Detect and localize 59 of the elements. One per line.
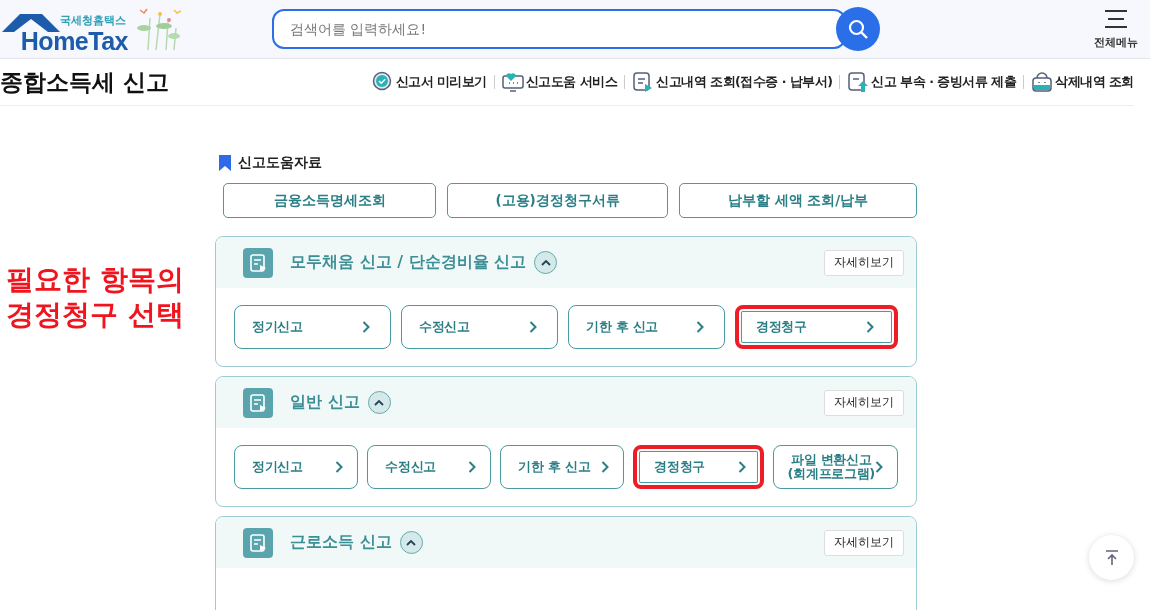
filing-button[interactable]: 정기신고 — [234, 305, 391, 349]
filing-button[interactable]: 기한 후 신고 — [500, 445, 625, 489]
filing-button[interactable]: 정기신고 — [234, 445, 359, 489]
annotation-text: 필요한 항목의 경정청구 선택 — [6, 262, 184, 332]
plant-drawing — [134, 6, 184, 52]
logo-title: HomeTax — [20, 28, 128, 54]
arrow-up-icon — [1104, 549, 1119, 566]
form-icon — [243, 527, 273, 558]
filing-button[interactable]: 기한 후 신고 — [568, 305, 725, 349]
section-title: 일반 신고 — [290, 392, 360, 413]
quick-link[interactable]: 신고서 미리보기 — [371, 71, 487, 93]
detail-button[interactable]: 자세히보기 — [824, 389, 904, 416]
detail-button[interactable]: 자세히보기 — [824, 529, 904, 556]
chevron-right-icon — [601, 461, 610, 473]
resource-button[interactable]: 납부할 세액 조회/납부 — [679, 183, 917, 218]
page-title: 종합소득세 신고 — [0, 67, 169, 97]
collapse-button[interactable] — [367, 391, 391, 414]
search-icon — [848, 19, 868, 39]
chevron-up-icon — [374, 399, 385, 406]
filing-button[interactable]: 파일 변환신고 (회계프로그램) — [772, 445, 898, 489]
filing-button[interactable]: 경정청구 — [735, 305, 898, 349]
bookmark-icon — [219, 155, 231, 171]
collapse-button[interactable] — [399, 531, 423, 554]
quick-link[interactable]: 신고내역 조회(접수증 · 납부서) — [632, 71, 833, 93]
chevron-up-icon — [406, 539, 417, 546]
section-heading: 신고도움자료 — [238, 154, 322, 172]
chevron-right-icon — [875, 461, 883, 473]
detail-button[interactable]: 자세히보기 — [824, 249, 904, 276]
basket-icon — [1031, 71, 1054, 93]
logo-subtitle: 국세청홈택스 — [60, 14, 126, 28]
filing-button[interactable]: 수정신고 — [401, 305, 558, 349]
chevron-right-icon — [529, 321, 537, 333]
chevron-right-icon — [362, 321, 370, 333]
search-field[interactable]: 검색어를 입력하세요! — [272, 9, 846, 49]
resource-button[interactable]: (고용)경정청구서류 — [447, 183, 669, 218]
document-upload-icon — [847, 71, 870, 93]
section-title: 모두채움 신고 / 단순경비율 신고 — [290, 252, 527, 273]
house-icon — [0, 11, 62, 33]
collapse-button[interactable] — [534, 251, 558, 274]
form-icon — [243, 387, 273, 418]
form-icon — [243, 247, 273, 278]
chevron-right-icon — [468, 461, 477, 473]
menu-icon — [1104, 8, 1128, 29]
chevron-up-icon — [540, 259, 551, 266]
chevron-right-icon — [335, 461, 344, 473]
quick-link[interactable]: 신고도움 서비스 — [501, 71, 618, 93]
quick-link[interactable]: 삭제내역 조회 — [1031, 71, 1134, 93]
resource-button[interactable]: 금융소득명세조회 — [223, 183, 437, 218]
chevron-right-icon — [696, 321, 704, 333]
section-title: 근로소득 신고 — [290, 532, 392, 553]
menu-button[interactable]: 전체메뉴 — [1094, 8, 1138, 50]
scroll-top-button[interactable] — [1089, 535, 1134, 580]
quick-link[interactable]: 신고 부속 · 증빙서류 제출 — [847, 71, 1017, 93]
filing-button[interactable]: 수정신고 — [367, 445, 492, 489]
chevron-right-icon — [737, 461, 746, 473]
magnifier-check-icon — [371, 71, 394, 93]
chevron-right-icon — [866, 321, 874, 333]
filing-button[interactable]: 경정청구 — [633, 445, 764, 489]
monitor-heart-icon — [501, 71, 524, 93]
